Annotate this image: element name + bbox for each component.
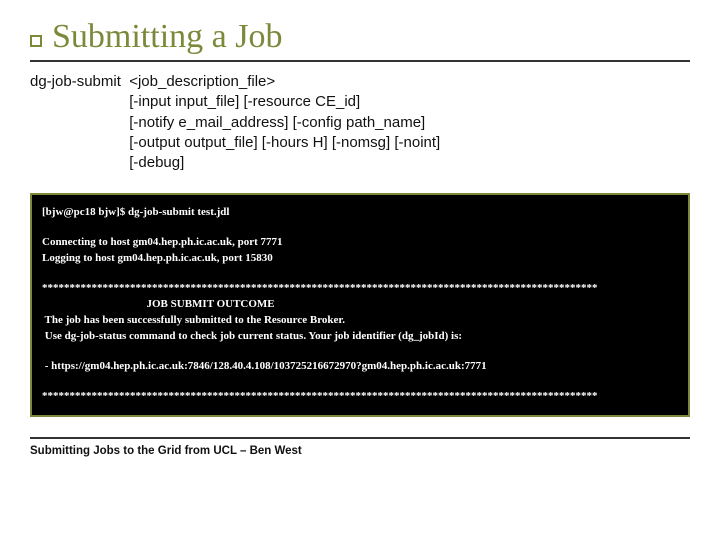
terminal-output: [bjw@pc18 bjw]$ dg-job-submit test.jdl C…: [30, 193, 690, 416]
footer-text: Submitting Jobs to the Grid from UCL – B…: [30, 445, 690, 457]
terminal-line: [42, 267, 678, 281]
title-divider: [30, 60, 690, 62]
title-bullet-icon: [30, 35, 42, 47]
terminal-line: Logging to host gm04.hep.ph.ic.ac.uk, po…: [42, 251, 678, 267]
terminal-line: - https://gm04.hep.ph.ic.ac.uk:7846/128.…: [42, 359, 678, 375]
terminal-line: [42, 221, 678, 235]
footer-divider: [30, 437, 690, 439]
terminal-line: [bjw@pc18 bjw]$ dg-job-submit test.jdl: [42, 205, 678, 221]
terminal-line: Connecting to host gm04.hep.ph.ic.ac.uk,…: [42, 235, 678, 251]
terminal-line: [42, 375, 678, 389]
command-syntax: dg-job-submit <job_description_file> [-i…: [30, 72, 690, 173]
terminal-line: JOB SUBMIT OUTCOME: [42, 297, 678, 313]
terminal-line: Use dg-job-status command to check job c…: [42, 329, 678, 345]
terminal-line: The job has been successfully submitted …: [42, 313, 678, 329]
syntax-command: dg-job-submit: [30, 72, 129, 173]
syntax-arguments: <job_description_file> [-input input_fil…: [129, 72, 440, 173]
terminal-line: [42, 345, 678, 359]
slide-container: Submitting a Job dg-job-submit <job_desc…: [0, 0, 720, 540]
terminal-line: ****************************************…: [42, 281, 678, 297]
title-row: Submitting a Job: [30, 18, 690, 56]
page-title: Submitting a Job: [52, 18, 282, 56]
terminal-line: ****************************************…: [42, 389, 678, 405]
